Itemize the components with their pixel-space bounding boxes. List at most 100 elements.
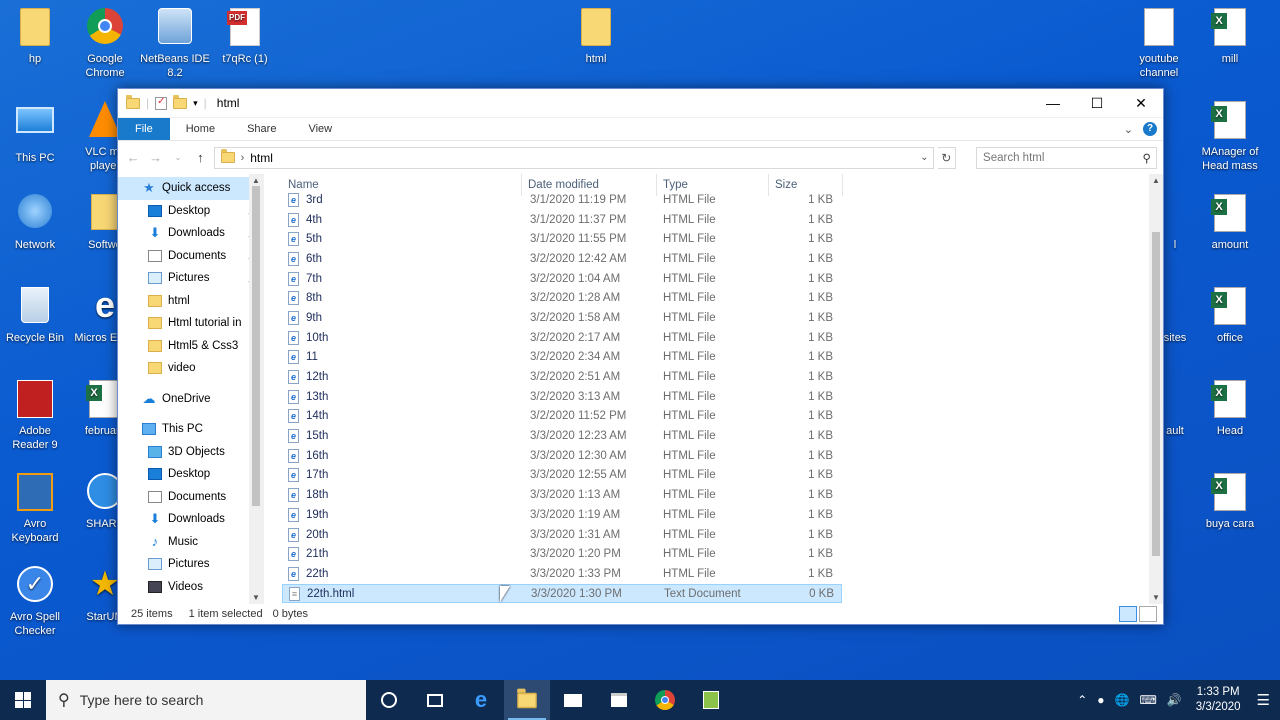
show-hidden-icons-chevron-icon[interactable]: ⌃ bbox=[1077, 693, 1087, 707]
file-row[interactable]: e 8th 3/2/2020 1:28 AM HTML File 1 KB bbox=[282, 288, 1149, 308]
nav-item-pictures[interactable]: Pictures bbox=[118, 553, 263, 576]
nav-item-desktop[interactable]: Desktop📌 bbox=[118, 200, 263, 223]
taskbar-search-box[interactable]: ⚲ Type here to search bbox=[46, 680, 366, 720]
large-icons-view-icon[interactable] bbox=[1139, 606, 1157, 622]
file-row[interactable]: ≡ 22th.html 3/3/2020 1:30 PM Text Document 0… bbox=[282, 583, 842, 604]
details-view-icon[interactable] bbox=[1119, 606, 1137, 622]
nav-item-html[interactable]: html bbox=[118, 290, 263, 313]
nav-item-music[interactable]: ♪ Music bbox=[118, 531, 263, 554]
file-row[interactable]: e 7th 3/2/2020 1:04 AM HTML File 1 KB bbox=[282, 269, 1149, 289]
scroll-down-arrow-icon[interactable]: ▼ bbox=[249, 593, 263, 602]
nav-item-documents[interactable]: Documents📌 bbox=[118, 245, 263, 268]
nav-item-videos[interactable]: Videos bbox=[118, 576, 263, 599]
store-icon[interactable] bbox=[596, 680, 642, 720]
file-row[interactable]: e 10th 3/2/2020 2:17 AM HTML File 1 KB bbox=[282, 328, 1149, 348]
nav-item-documents[interactable]: Documents bbox=[118, 486, 263, 509]
title-bar[interactable]: | ✓ ▾ | html — ☐ ✕ bbox=[118, 89, 1163, 118]
mail-icon[interactable] bbox=[550, 680, 596, 720]
file-row[interactable]: e 21th 3/3/2020 1:20 PM HTML File 1 KB bbox=[282, 544, 1149, 564]
microphone-icon[interactable]: ● bbox=[1097, 693, 1104, 707]
nav-item-onedrive[interactable]: ☁ OneDrive bbox=[118, 388, 263, 411]
scroll-up-arrow-icon[interactable]: ▲ bbox=[1149, 176, 1163, 185]
breadcrumb-chevron-icon[interactable]: › bbox=[241, 152, 245, 164]
nav-item-html-tutorial-in[interactable]: Html tutorial in bbox=[118, 312, 263, 335]
customize-toolbar-chevron-icon[interactable]: ▾ bbox=[193, 98, 198, 109]
file-list-scrollbar-thumb[interactable] bbox=[1152, 232, 1160, 556]
desktop-icon-adobe-reader-9[interactable]: Adobe Reader 9 bbox=[0, 380, 70, 452]
desktop-icon-head[interactable]: X Head bbox=[1195, 380, 1265, 438]
breadcrumb-html[interactable]: html bbox=[250, 151, 273, 165]
file-row[interactable]: e 13th 3/2/2020 3:13 AM HTML File 1 KB bbox=[282, 387, 1149, 407]
file-row[interactable]: e 9th 3/2/2020 1:58 AM HTML File 1 KB bbox=[282, 308, 1149, 328]
nav-item-downloads[interactable]: ⬇Downloads📌 bbox=[118, 222, 263, 245]
properties-icon[interactable]: ✓ bbox=[155, 96, 168, 110]
new-folder-icon[interactable] bbox=[173, 94, 188, 109]
keyboard-icon[interactable]: ⌨ bbox=[1140, 693, 1157, 707]
desktop-icon-html[interactable]: html bbox=[561, 8, 631, 66]
help-icon[interactable]: ? bbox=[1143, 122, 1157, 136]
expand-ribbon-chevron-icon[interactable]: ⌄ bbox=[1124, 123, 1133, 136]
file-row[interactable]: e 4th 3/1/2020 11:37 PM HTML File 1 KB bbox=[282, 210, 1149, 230]
file-row[interactable]: e 6th 3/2/2020 12:42 AM HTML File 1 KB bbox=[282, 249, 1149, 269]
minimize-button[interactable]: — bbox=[1031, 89, 1075, 118]
desktop-icon-avro-spell-checker[interactable]: ✓ Avro Spell Checker bbox=[0, 566, 70, 638]
file-row[interactable]: e 3rd 3/1/2020 11:19 PM HTML File 1 KB bbox=[282, 190, 1149, 210]
file-row[interactable]: e 19th 3/3/2020 1:19 AM HTML File 1 KB bbox=[282, 505, 1149, 525]
nav-item-quick-access[interactable]: ★ Quick access bbox=[118, 177, 263, 200]
desktop-icon-office[interactable]: Xoffice bbox=[1195, 287, 1265, 345]
nav-scrollbar[interactable]: ▲ ▼ bbox=[249, 174, 263, 604]
file-explorer-icon[interactable] bbox=[504, 680, 550, 720]
address-dropdown-icon[interactable]: ⌄ bbox=[920, 152, 932, 163]
desktop-icon-google-chrome[interactable]: Google Chrome bbox=[70, 8, 140, 80]
file-row[interactable]: e 12th 3/2/2020 2:51 AM HTML File 1 KB bbox=[282, 367, 1149, 387]
file-row[interactable]: e 20th 3/3/2020 1:31 AM HTML File 1 KB bbox=[282, 525, 1149, 545]
task-view-icon[interactable] bbox=[412, 680, 458, 720]
back-arrow-icon[interactable]: ← bbox=[124, 150, 142, 165]
close-button[interactable]: ✕ bbox=[1119, 89, 1163, 118]
chrome-icon[interactable] bbox=[642, 680, 688, 720]
nav-item-desktop[interactable]: Desktop bbox=[118, 463, 263, 486]
file-row[interactable]: e 11 3/2/2020 2:34 AM HTML File 1 KB bbox=[282, 348, 1149, 368]
nav-item-html5-css3[interactable]: Html5 & Css3 bbox=[118, 335, 263, 358]
desktop-icon-this-pc[interactable]: This PC bbox=[0, 101, 70, 165]
desktop-icon-network[interactable]: Network bbox=[0, 194, 70, 252]
desktop-icon-manager-of-head-mass[interactable]: X MAnager of Head mass bbox=[1195, 101, 1265, 173]
desktop-icon-youtube-channel[interactable]: youtube channel bbox=[1124, 8, 1194, 80]
tab-share[interactable]: Share bbox=[231, 118, 292, 140]
file-list-scrollbar[interactable]: ▲ ▼ bbox=[1149, 174, 1163, 604]
file-row[interactable]: e 22th 3/3/2020 1:33 PM HTML File 1 KB bbox=[282, 564, 1149, 584]
refresh-icon[interactable]: ↻ bbox=[937, 146, 957, 169]
nav-item-video[interactable]: video bbox=[118, 357, 263, 380]
cortana-icon[interactable] bbox=[366, 680, 412, 720]
start-button[interactable] bbox=[0, 680, 46, 720]
address-bar[interactable]: › html ⌄ bbox=[213, 146, 934, 169]
action-center-icon[interactable]: ☰ bbox=[1257, 691, 1270, 709]
file-row[interactable]: e 16th 3/3/2020 12:30 AM HTML File 1 KB bbox=[282, 446, 1149, 466]
desktop-icon-hp[interactable]: hp bbox=[0, 8, 70, 66]
forward-arrow-icon[interactable]: → bbox=[146, 150, 164, 165]
nav-item-3d-objects[interactable]: 3D Objects bbox=[118, 441, 263, 464]
network-globe-icon[interactable]: 🌐 bbox=[1115, 693, 1130, 707]
tab-file[interactable]: File bbox=[118, 118, 170, 140]
file-row[interactable]: e 5th 3/1/2020 11:55 PM HTML File 1 KB bbox=[282, 229, 1149, 249]
nav-item-pictures[interactable]: Pictures📌 bbox=[118, 267, 263, 290]
desktop-icon-avro-keyboard[interactable]: Avro Keyboard bbox=[0, 473, 70, 545]
recent-locations-chevron-icon[interactable]: ⌄ bbox=[169, 153, 187, 162]
desktop-icon-mill[interactable]: Xmill bbox=[1195, 8, 1265, 66]
tab-home[interactable]: Home bbox=[170, 118, 231, 140]
tab-view[interactable]: View bbox=[292, 118, 348, 140]
scroll-up-arrow-icon[interactable]: ▲ bbox=[249, 176, 263, 185]
search-input[interactable]: Search html ⚲ bbox=[976, 146, 1157, 169]
nav-item-this-pc[interactable]: This PC bbox=[118, 418, 263, 441]
desktop-icon-t7qrc-1[interactable]: PDF t7qRc (1) bbox=[210, 8, 280, 66]
edge-icon[interactable]: e bbox=[458, 680, 504, 720]
up-arrow-icon[interactable]: ↑ bbox=[191, 150, 209, 165]
file-row[interactable]: e 17th 3/3/2020 12:55 AM HTML File 1 KB bbox=[282, 466, 1149, 486]
maximize-button[interactable]: ☐ bbox=[1075, 89, 1119, 118]
notepad-plus-icon[interactable] bbox=[688, 680, 734, 720]
file-row[interactable]: e 15th 3/3/2020 12:23 AM HTML File 1 KB bbox=[282, 426, 1149, 446]
desktop-icon-buya-cara[interactable]: Xbuya cara bbox=[1195, 473, 1265, 531]
nav-item-downloads[interactable]: ⬇ Downloads bbox=[118, 508, 263, 531]
file-row[interactable]: e 18th 3/3/2020 1:13 AM HTML File 1 KB bbox=[282, 485, 1149, 505]
scroll-down-arrow-icon[interactable]: ▼ bbox=[1149, 593, 1163, 602]
